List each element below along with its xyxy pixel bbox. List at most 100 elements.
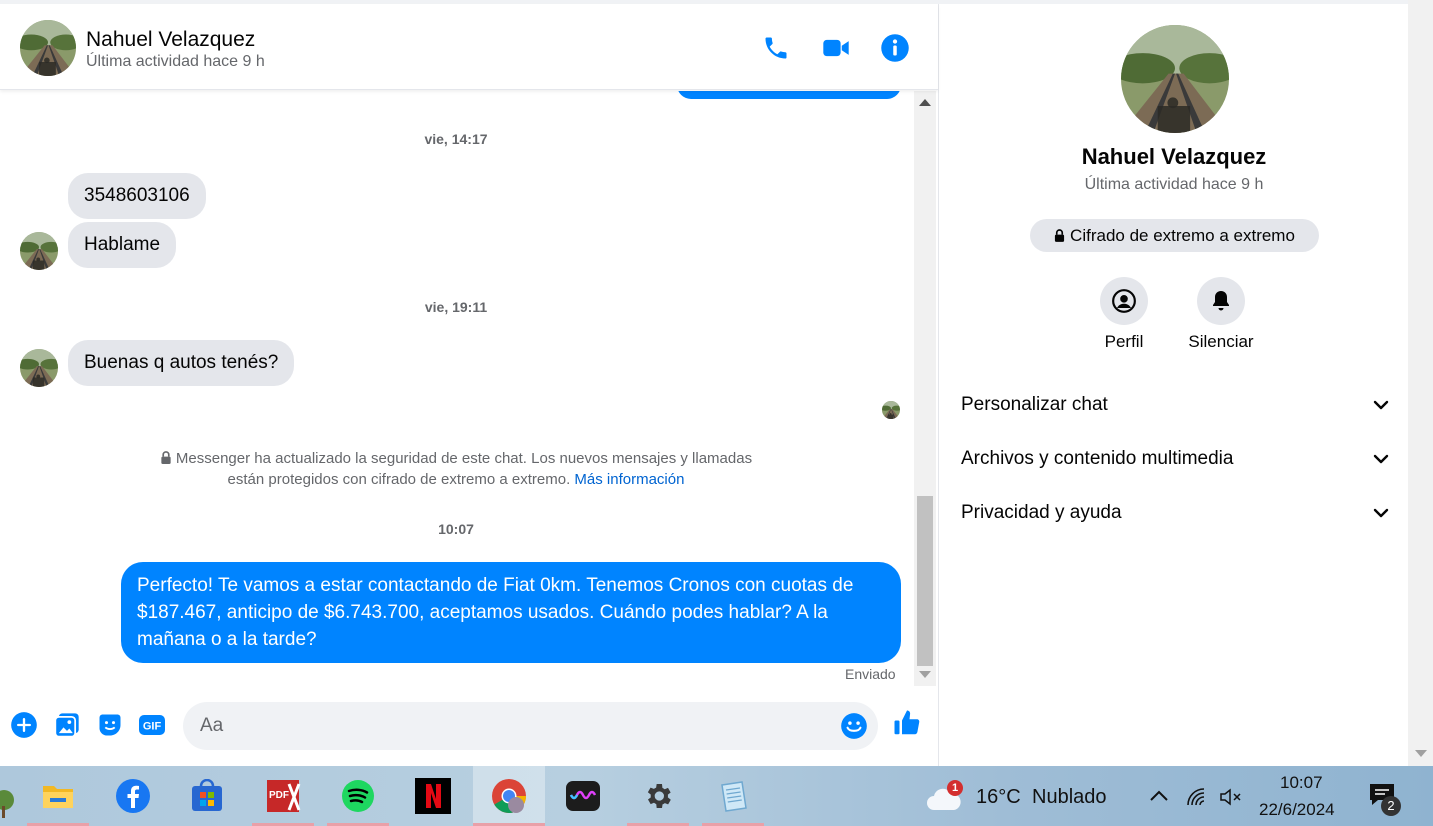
contact-avatar[interactable] xyxy=(20,20,76,76)
encryption-badge[interactable]: Cifrado de extremo a extremo xyxy=(1030,219,1319,252)
folder-icon xyxy=(43,786,73,808)
incoming-message[interactable]: 3548603106 xyxy=(68,173,206,219)
weather-widget[interactable]: 1 xyxy=(926,780,966,812)
incoming-message[interactable]: Buenas q autos tenés? xyxy=(68,340,295,386)
timestamp: vie, 14:17 xyxy=(424,131,488,147)
section-label: Privacidad y ayuda xyxy=(961,502,1122,523)
more-info-link[interactable]: Más información xyxy=(574,471,684,488)
avatar-photo-icon xyxy=(882,401,900,419)
like-button[interactable] xyxy=(892,708,922,738)
volume-muted-icon[interactable] xyxy=(1219,787,1243,807)
video-call-button[interactable] xyxy=(820,32,852,64)
weather-description[interactable]: Nublado xyxy=(1032,786,1107,809)
read-receipt-avatar xyxy=(882,401,900,419)
scroll-up-arrow-icon[interactable] xyxy=(919,99,931,106)
profile-status: Última actividad hace 9 h xyxy=(1084,176,1264,193)
voice-call-button[interactable] xyxy=(760,32,792,64)
phone-icon xyxy=(765,37,787,59)
delivery-status: Enviado xyxy=(845,666,896,682)
outgoing-message[interactable]: Perfecto! Te vamos a estar contactando d… xyxy=(121,562,901,663)
chevron-up-icon[interactable] xyxy=(1149,790,1169,802)
contact-name[interactable]: Nahuel Velazquez xyxy=(86,28,255,52)
encryption-notice: Messenger ha actualizado la seguridad de… xyxy=(150,448,762,490)
page-scrollbar[interactable] xyxy=(1408,0,1433,766)
store-icon xyxy=(192,779,222,811)
message-input[interactable] xyxy=(183,702,878,750)
sender-avatar[interactable] xyxy=(20,349,58,387)
chevron-down-icon xyxy=(1373,508,1389,518)
windows-taskbar: PDF 1 16°C Nublado 10:07 22/6/2024 2 xyxy=(0,766,1433,826)
message-scrollbar[interactable] xyxy=(914,91,936,686)
scroll-thumb[interactable] xyxy=(917,496,933,666)
taskbar-spotify[interactable] xyxy=(327,766,389,826)
thumbs-up-icon xyxy=(894,710,920,735)
sticker-button[interactable] xyxy=(95,710,125,740)
taskbar-notepad[interactable] xyxy=(702,766,764,826)
attach-photo-button[interactable] xyxy=(52,710,82,740)
smiley-icon xyxy=(841,713,867,739)
sender-avatar[interactable] xyxy=(20,232,58,270)
chevron-down-icon xyxy=(1373,400,1389,410)
customize-chat-section[interactable]: Personalizar chat xyxy=(961,385,1389,425)
user-circle-icon xyxy=(1112,289,1136,313)
bell-icon xyxy=(1213,291,1229,311)
media-files-section[interactable]: Archivos y contenido multimedia xyxy=(961,439,1389,479)
avatar-photo-icon xyxy=(1121,25,1229,133)
plus-circle-icon xyxy=(11,712,37,738)
timestamp: vie, 19:11 xyxy=(424,299,488,315)
netflix-icon xyxy=(415,778,451,814)
more-actions-button[interactable] xyxy=(9,710,39,740)
weather-alert-badge: 1 xyxy=(947,780,963,796)
scroll-down-arrow-icon[interactable] xyxy=(919,671,931,678)
avatar-photo-icon xyxy=(20,349,58,387)
taskbar-chrome[interactable] xyxy=(473,766,545,826)
notification-center-button[interactable]: 2 xyxy=(1368,782,1408,818)
taskbar-file-explorer[interactable] xyxy=(27,766,89,826)
video-camera-icon xyxy=(823,39,849,57)
chrome-icon xyxy=(492,779,526,813)
taskbar-netflix[interactable] xyxy=(402,766,464,826)
pdf-icon: PDF xyxy=(267,780,301,812)
conversation-info-panel: Nahuel Velazquez Última actividad hace 9… xyxy=(938,4,1408,766)
taskbar-microsoft-store[interactable] xyxy=(176,766,238,826)
message-list[interactable]: vie, 14:17 3548603106 Hablame vie, 19:11… xyxy=(0,91,912,686)
clock-date[interactable]: 22/6/2024 xyxy=(1259,800,1335,820)
facebook-icon xyxy=(116,779,150,813)
section-label: Personalizar chat xyxy=(961,394,1108,415)
widget-plant-icon[interactable] xyxy=(0,778,16,818)
gear-icon xyxy=(647,784,671,808)
clock-time[interactable]: 10:07 xyxy=(1280,773,1323,793)
svg-text:PDF: PDF xyxy=(269,790,289,801)
previous-outgoing-bubble xyxy=(677,91,901,99)
contact-status: Última actividad hace 9 h xyxy=(86,53,265,70)
gif-button[interactable]: GIF xyxy=(137,710,167,740)
notepad-icon xyxy=(721,781,747,812)
svg-text:GIF: GIF xyxy=(143,721,162,733)
emoji-button[interactable] xyxy=(840,712,868,740)
message-composer: GIF xyxy=(0,690,938,766)
gif-icon: GIF xyxy=(139,715,165,735)
avatar-photo-icon xyxy=(20,20,76,76)
taskbar-pdf-app[interactable]: PDF xyxy=(252,766,314,826)
gallery-icon xyxy=(54,713,79,738)
profile-button[interactable] xyxy=(1100,277,1148,325)
notification-count-badge: 2 xyxy=(1381,796,1401,816)
lock-icon xyxy=(161,451,171,464)
privacy-support-section[interactable]: Privacidad y ayuda xyxy=(961,493,1389,533)
mute-button[interactable] xyxy=(1197,277,1245,325)
taskbar-media-app[interactable] xyxy=(552,766,614,826)
weather-temperature[interactable]: 16°C xyxy=(976,786,1021,809)
profile-avatar[interactable] xyxy=(1121,25,1229,133)
conversation-info-button[interactable] xyxy=(879,32,911,64)
info-icon xyxy=(881,34,909,62)
incoming-message[interactable]: Hablame xyxy=(68,222,177,268)
taskbar-facebook[interactable] xyxy=(102,766,164,826)
chevron-down-icon xyxy=(1373,454,1389,464)
section-label: Archivos y contenido multimedia xyxy=(961,448,1234,469)
avatar-photo-icon xyxy=(20,232,58,270)
scroll-down-arrow-icon[interactable] xyxy=(1415,750,1427,757)
timestamp: 10:07 xyxy=(438,521,474,537)
taskbar-settings[interactable] xyxy=(627,766,689,826)
sticker-icon xyxy=(99,714,121,736)
wifi-icon[interactable] xyxy=(1186,787,1208,807)
